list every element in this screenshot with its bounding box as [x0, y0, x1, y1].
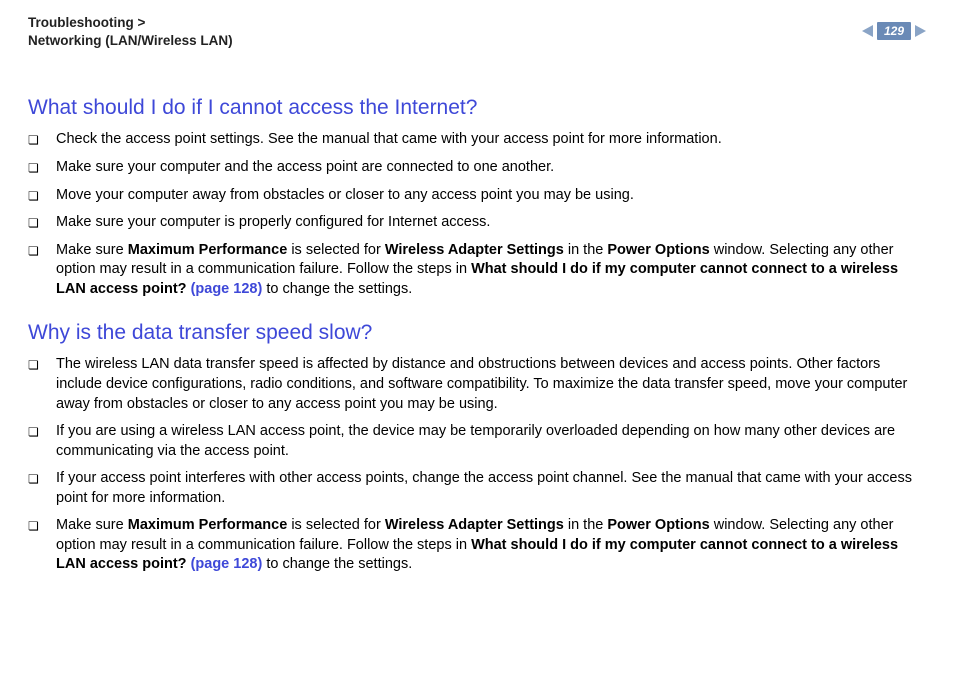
- page-header: Troubleshooting > Networking (LAN/Wirele…: [28, 14, 926, 50]
- section-cannot-access-internet: What should I do if I cannot access the …: [28, 96, 926, 299]
- list-item: ❏ Make sure Maximum Performance is selec…: [28, 241, 926, 300]
- bullet-icon: ❏: [28, 130, 56, 148]
- text-fragment: in the: [564, 242, 608, 258]
- list-item: ❏ Make sure Maximum Performance is selec…: [28, 516, 926, 575]
- item-text: Move your computer away from obstacles o…: [56, 186, 926, 206]
- section-transfer-speed-slow: Why is the data transfer speed slow? ❏ T…: [28, 321, 926, 575]
- text-fragment: in the: [564, 517, 608, 533]
- item-text: The wireless LAN data transfer speed is …: [56, 355, 926, 414]
- list-item: ❏ Move your computer away from obstacles…: [28, 186, 926, 206]
- text-fragment: is selected for: [287, 517, 385, 533]
- bold-text: Wireless Adapter Settings: [385, 242, 564, 258]
- bullet-icon: ❏: [28, 158, 56, 176]
- item-text: Make sure Maximum Performance is selecte…: [56, 241, 926, 300]
- breadcrumb-line1: Troubleshooting >: [28, 15, 145, 30]
- next-page-arrow-icon[interactable]: [915, 25, 926, 37]
- text-fragment: Make sure: [56, 517, 128, 533]
- section-heading: What should I do if I cannot access the …: [28, 96, 926, 120]
- bullet-icon: ❏: [28, 186, 56, 204]
- text-fragment: Make sure: [56, 242, 128, 258]
- bold-text: Maximum Performance: [128, 242, 288, 258]
- bullet-icon: ❏: [28, 516, 56, 534]
- bullet-icon: ❏: [28, 469, 56, 487]
- list-item: ❏ The wireless LAN data transfer speed i…: [28, 355, 926, 414]
- page-link[interactable]: (page 128): [191, 281, 263, 297]
- text-fragment: to change the settings.: [262, 281, 412, 297]
- item-text: If your access point interferes with oth…: [56, 469, 926, 508]
- text-fragment: is selected for: [287, 242, 385, 258]
- bullet-icon: ❏: [28, 213, 56, 231]
- item-text: Make sure your computer is properly conf…: [56, 213, 926, 233]
- item-text: Make sure your computer and the access p…: [56, 158, 926, 178]
- page-nav: 129: [862, 22, 926, 40]
- bullet-icon: ❏: [28, 241, 56, 259]
- bullet-icon: ❏: [28, 422, 56, 440]
- list-item: ❏ Make sure your computer and the access…: [28, 158, 926, 178]
- item-text: If you are using a wireless LAN access p…: [56, 422, 926, 461]
- bold-text: Power Options: [607, 242, 709, 258]
- breadcrumb-line2: Networking (LAN/Wireless LAN): [28, 33, 233, 48]
- list-item: ❏ If you are using a wireless LAN access…: [28, 422, 926, 461]
- item-text: Check the access point settings. See the…: [56, 130, 926, 150]
- page-container: Troubleshooting > Networking (LAN/Wirele…: [0, 0, 954, 575]
- item-text: Make sure Maximum Performance is selecte…: [56, 516, 926, 575]
- list-item: ❏ If your access point interferes with o…: [28, 469, 926, 508]
- bold-text: Power Options: [607, 517, 709, 533]
- bold-text: Maximum Performance: [128, 517, 288, 533]
- breadcrumb: Troubleshooting > Networking (LAN/Wirele…: [28, 14, 233, 50]
- list-item: ❏ Make sure your computer is properly co…: [28, 213, 926, 233]
- page-link[interactable]: (page 128): [191, 556, 263, 572]
- text-fragment: to change the settings.: [262, 556, 412, 572]
- bold-text: Wireless Adapter Settings: [385, 517, 564, 533]
- section-heading: Why is the data transfer speed slow?: [28, 321, 926, 345]
- prev-page-arrow-icon[interactable]: [862, 25, 873, 37]
- page-number: 129: [877, 22, 911, 40]
- bullet-icon: ❏: [28, 355, 56, 373]
- list-item: ❏ Check the access point settings. See t…: [28, 130, 926, 150]
